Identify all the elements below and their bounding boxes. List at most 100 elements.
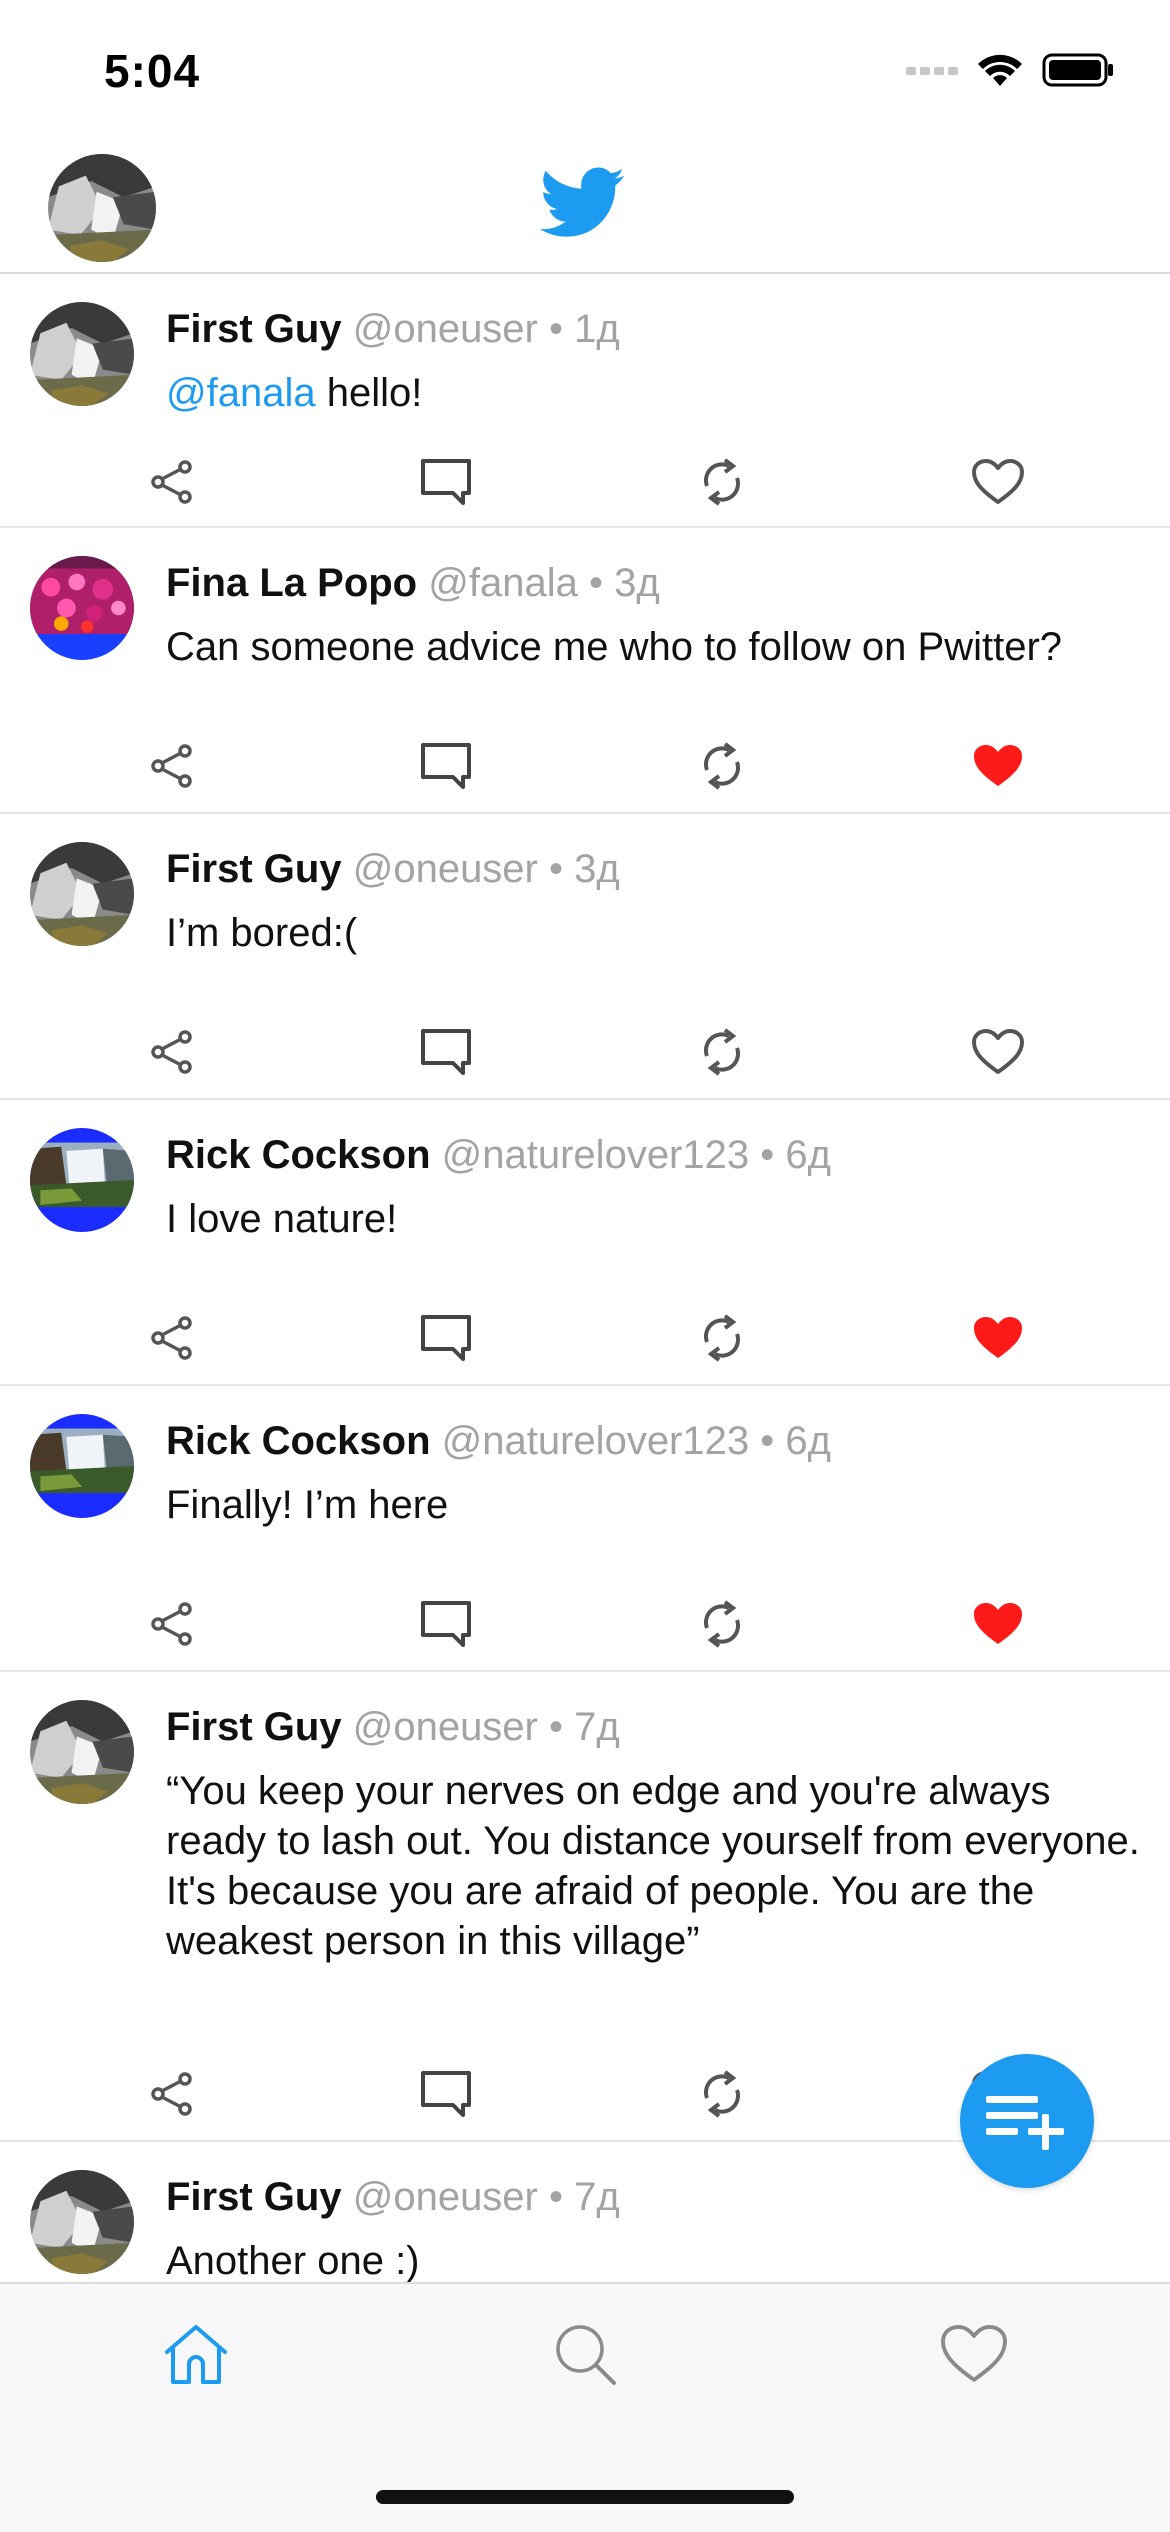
tweet-actions [0,736,1170,796]
tweet-author-handle: @naturelover123 [441,1419,750,1463]
share-button[interactable] [142,1308,202,1368]
tweet-time: 1д [574,307,620,351]
tweet-time: 3д [614,561,660,605]
tweet-author-name[interactable]: Rick Cockson [166,1419,431,1463]
tweet-author-name[interactable]: First Guy [166,2175,342,2219]
share-icon [151,460,192,504]
share-icon [151,1030,192,1074]
heart-icon [941,2324,1007,2382]
retweet-button[interactable] [692,2064,752,2124]
tweet-author-name[interactable]: First Guy [166,307,342,351]
share-button[interactable] [142,1022,202,1082]
reply-button[interactable] [416,1594,476,1654]
like-button[interactable] [968,736,1028,796]
reply-button[interactable] [416,2064,476,2124]
share-button[interactable] [142,452,202,512]
tweet-mention-link[interactable]: @fanala [166,371,316,415]
reply-button[interactable] [416,736,476,796]
tweet-author-handle: @naturelover123 [441,1133,750,1177]
heart-filled-icon [974,1603,1022,1644]
tweet-author-name[interactable]: Rick Cockson [166,1133,431,1177]
tweet-author-name[interactable]: First Guy [166,847,342,891]
home-icon [165,2325,227,2384]
share-button[interactable] [142,1594,202,1654]
tweet-time: 7д [574,1705,620,1749]
retweet-icon [703,742,741,790]
retweet-icon [703,2070,741,2118]
like-button[interactable] [968,1308,1028,1368]
profile-avatar-button[interactable] [48,154,156,262]
heart-outline-icon [972,459,1024,504]
retweet-button[interactable] [692,1022,752,1082]
compose-tweet-button[interactable] [960,2054,1094,2188]
tweet-header: Fina La Popo @fanala • 3д [166,556,660,610]
tweet-header: First Guy @oneuser • 1д [166,302,620,356]
share-button[interactable] [142,736,202,796]
tweet-avatar[interactable] [30,302,134,406]
share-button[interactable] [142,2064,202,2124]
home-indicator [376,2490,794,2504]
tweet-item[interactable]: First Guy @oneuser • 3д I’m bored:( [0,816,1170,1100]
tweet-header: First Guy @oneuser • 7д [166,2170,620,2224]
tweet-header: Rick Cockson @naturelover123 • 6д [166,1414,831,1468]
share-icon [151,744,192,788]
battery-icon [1042,53,1113,87]
tab-favorites[interactable] [934,2314,1014,2394]
like-button[interactable] [968,1022,1028,1082]
reply-button[interactable] [416,1308,476,1368]
separator-dot: • [549,1705,564,1749]
tweet-item[interactable]: Rick Cockson @naturelover123 • 6д Finall… [0,1388,1170,1672]
tweet-author-handle: @oneuser [352,307,538,351]
tweet-avatar[interactable] [30,1128,134,1232]
reply-button[interactable] [416,1022,476,1082]
like-button[interactable] [968,1594,1028,1654]
separator-dot: • [760,1133,775,1177]
tweet-time: 6д [785,1419,831,1463]
tweet-feed[interactable]: First Guy @oneuser • 1д @fanala hello! F… [0,276,1170,2282]
tweet-author-handle: @oneuser [352,1705,538,1749]
comment-icon [421,1601,471,1647]
tweet-author-handle: @oneuser [352,2175,538,2219]
avatar-image [48,154,156,262]
heart-outline-icon [972,1029,1024,1074]
heart-filled-icon [974,745,1022,786]
tweet-avatar[interactable] [30,1700,134,1804]
tweet-author-name[interactable]: First Guy [166,1705,342,1749]
tweet-item[interactable]: Fina La Popo @fanala • 3д Can someone ad… [0,530,1170,814]
tweet-actions [0,452,1170,512]
share-icon [151,1316,192,1360]
tweet-text: I love nature! [166,1197,398,1241]
tweet-author-name[interactable]: Fina La Popo [166,561,417,605]
tweet-avatar[interactable] [30,842,134,946]
retweet-button[interactable] [692,1308,752,1368]
tweet-text: Another one :) [166,2239,420,2282]
tweet-item[interactable]: First Guy @oneuser • 1д @fanala hello! [0,276,1170,528]
tweet-header: First Guy @oneuser • 7д [166,1700,620,1754]
retweet-button[interactable] [692,452,752,512]
tweet-text: Finally! I’m here [166,1483,449,1527]
share-icon [151,2072,192,2116]
reply-button[interactable] [416,452,476,512]
tweet-time: 3д [574,847,620,891]
tab-search[interactable] [545,2314,625,2394]
tweet-actions [0,1308,1170,1368]
comment-icon [421,1029,471,1075]
status-icons [906,52,1114,88]
tweet-item[interactable]: Rick Cockson @naturelover123 • 6д I love… [0,1102,1170,1386]
retweet-icon [703,1314,741,1362]
top-navigation-bar [0,140,1170,274]
retweet-icon [703,1600,741,1648]
tweet-avatar[interactable] [30,1414,134,1518]
tweet-avatar[interactable] [30,2170,134,2274]
tweet-author-handle: @fanala [428,561,578,605]
like-button[interactable] [968,452,1028,512]
tweet-avatar[interactable] [30,556,134,660]
tweet-text: @fanala hello! [166,368,1146,418]
tweet-actions [0,1594,1170,1654]
retweet-button[interactable] [692,736,752,796]
compose-list-plus-icon [986,2096,1064,2150]
retweet-button[interactable] [692,1594,752,1654]
comment-icon [421,743,471,789]
tab-home[interactable] [156,2314,236,2394]
retweet-icon [703,1028,741,1076]
